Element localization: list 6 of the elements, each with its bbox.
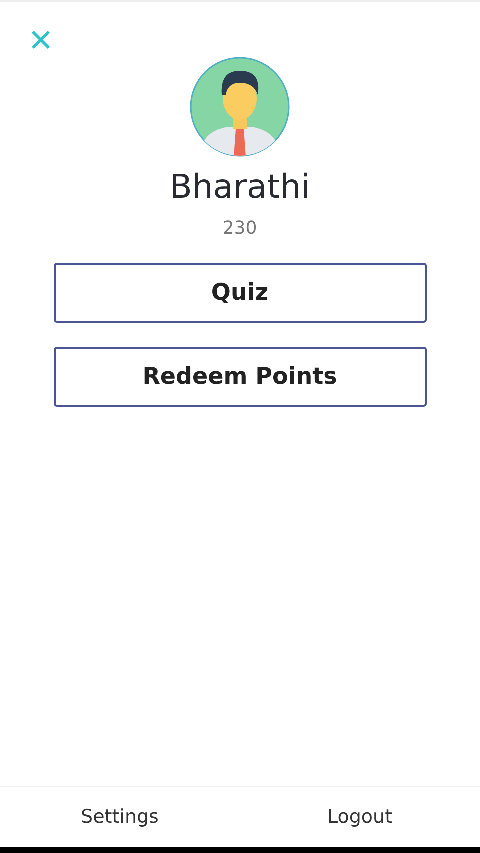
close-icon[interactable] bbox=[31, 30, 51, 50]
points-count: 230 bbox=[222, 218, 258, 239]
menu-button[interactable]: Redeem Points bbox=[54, 347, 426, 407]
menu-button[interactable]: Quiz bbox=[54, 263, 426, 323]
user-name: Bharathi bbox=[170, 167, 310, 206]
avatar-icon bbox=[190, 57, 290, 157]
